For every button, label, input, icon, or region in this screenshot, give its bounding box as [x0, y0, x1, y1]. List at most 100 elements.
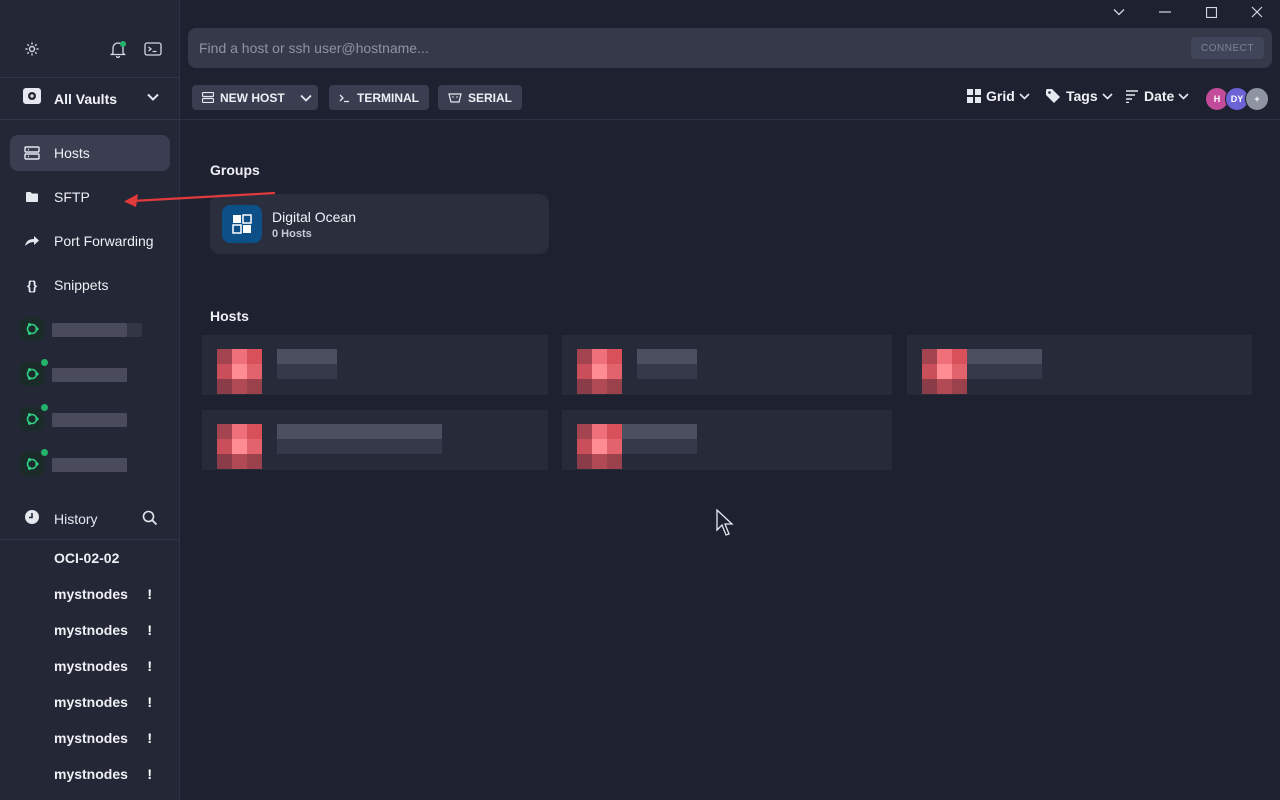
serial-port-icon	[448, 92, 462, 103]
sidebar-host[interactable]	[0, 317, 180, 365]
view-mode-label: Grid	[986, 88, 1015, 104]
terminal-button[interactable]: TERMINAL	[329, 85, 429, 110]
minimize-icon[interactable]	[1155, 4, 1175, 20]
history-item[interactable]: mystnodes!	[0, 576, 180, 612]
chevron-down-icon	[300, 94, 312, 102]
redacted-host-name	[967, 349, 1042, 364]
ubuntu-icon	[20, 407, 44, 431]
vault-selector[interactable]: All Vaults	[0, 78, 180, 120]
warning-icon: !	[147, 766, 152, 782]
hosts-heading: Hosts	[210, 308, 249, 324]
history-item-label: mystnodes	[54, 730, 128, 746]
new-host-button[interactable]: NEW HOST	[192, 85, 295, 110]
sidebar-item-label: Snippets	[54, 277, 109, 293]
sidebar-item-port-forwarding[interactable]: Port Forwarding	[10, 223, 170, 259]
hosts-icon	[24, 145, 40, 161]
tags-label: Tags	[1066, 88, 1098, 104]
redacted-host-details	[637, 364, 697, 379]
notification-bell-icon[interactable]	[106, 37, 130, 61]
redacted-host-name	[637, 349, 697, 364]
tag-icon	[1046, 89, 1060, 103]
grid-icon	[967, 89, 981, 103]
group-host-count: 0 Hosts	[272, 228, 312, 240]
settings-icon[interactable]	[20, 37, 44, 61]
terminal-label: TERMINAL	[357, 90, 419, 105]
serial-button[interactable]: SERIAL	[438, 85, 523, 110]
chevron-down-icon	[1102, 92, 1113, 100]
redacted-host-details	[622, 439, 697, 454]
redacted-host-details	[967, 364, 1042, 379]
online-status-dot	[41, 449, 48, 456]
history-label: History	[54, 510, 98, 527]
history-item[interactable]: mystnodes!	[0, 648, 180, 684]
warning-icon: !	[147, 586, 152, 602]
redacted-hostname	[52, 323, 127, 337]
port-forward-icon	[24, 233, 40, 249]
warning-icon: !	[147, 694, 152, 710]
online-status-dot	[41, 404, 48, 411]
connect-button[interactable]: CONNECT	[1191, 37, 1264, 59]
folder-icon	[24, 189, 40, 205]
sidebar-host[interactable]	[0, 404, 180, 455]
history-item-label: OCI-02-02	[54, 550, 120, 566]
warning-icon: !	[147, 622, 152, 638]
search-input[interactable]	[199, 40, 1099, 56]
sort-label: Date	[1144, 88, 1175, 104]
host-card[interactable]	[202, 410, 548, 470]
terminal-icon[interactable]	[141, 37, 165, 61]
redacted-hostname	[52, 458, 127, 472]
redacted-host-icon	[922, 349, 967, 394]
vault-icon	[22, 87, 42, 110]
history-item-label: mystnodes	[54, 658, 128, 674]
tags-dropdown[interactable]: Tags	[1045, 88, 1113, 104]
sidebar-host[interactable]	[0, 359, 180, 410]
new-host-dropdown[interactable]	[295, 85, 318, 110]
sidebar: All Vaults Hosts SFTP Port Forwarding {}…	[0, 0, 180, 800]
history-item[interactable]: mystnodes!	[0, 684, 180, 720]
history-item[interactable]: mystnodes!	[0, 720, 180, 756]
redacted-host-icon	[577, 349, 622, 394]
redacted-host-icon	[577, 424, 622, 469]
mouse-cursor-icon	[716, 509, 734, 536]
history-item-label: mystnodes	[54, 586, 128, 602]
braces-icon: {}	[26, 277, 38, 293]
app-window: All Vaults Hosts SFTP Port Forwarding {}…	[0, 0, 1280, 800]
new-host-label: NEW HOST	[220, 90, 285, 105]
sidebar-item-hosts[interactable]: Hosts	[10, 135, 170, 171]
search-icon[interactable]	[142, 510, 158, 529]
redacted-host-details	[277, 439, 442, 454]
online-status-dot	[41, 359, 48, 366]
history-list: OCI-02-02 mystnodes! mystnodes! mystnode…	[0, 540, 180, 792]
group-name: Digital Ocean	[272, 209, 357, 225]
sort-icon	[1126, 90, 1138, 103]
sidebar-item-label: Port Forwarding	[54, 233, 154, 249]
ubuntu-icon	[20, 452, 44, 476]
chevron-down-icon[interactable]	[146, 90, 160, 109]
host-card[interactable]	[562, 410, 892, 470]
redacted-hostname	[127, 323, 142, 337]
sort-dropdown[interactable]: Date	[1125, 88, 1189, 104]
host-card[interactable]	[562, 335, 892, 395]
view-mode-dropdown[interactable]: Grid	[967, 88, 1030, 104]
add-member-button[interactable]: +	[1245, 87, 1269, 111]
host-card[interactable]	[202, 335, 548, 395]
history-item[interactable]: OCI-02-02	[0, 540, 180, 576]
history-item[interactable]: mystnodes!	[0, 756, 180, 792]
history-item-label: mystnodes	[54, 694, 128, 710]
history-item[interactable]: mystnodes!	[0, 612, 180, 648]
chevron-down-icon	[1178, 92, 1189, 100]
maximize-icon[interactable]	[1201, 4, 1221, 20]
sidebar-item-label: SFTP	[54, 189, 90, 205]
history-header[interactable]: History	[0, 498, 180, 540]
sidebar-host-list	[0, 317, 180, 500]
sidebar-host[interactable]	[0, 449, 180, 500]
host-card[interactable]	[907, 335, 1252, 395]
close-icon[interactable]	[1247, 4, 1267, 20]
serial-label: SERIAL	[468, 90, 513, 105]
minimize-dropdown-icon[interactable]	[1109, 4, 1129, 20]
groups-heading: Groups	[210, 162, 260, 178]
history-item-label: mystnodes	[54, 622, 128, 638]
sidebar-item-snippets[interactable]: {} Snippets	[10, 267, 170, 303]
redacted-host-icon	[217, 424, 262, 469]
digital-ocean-icon	[222, 205, 262, 243]
